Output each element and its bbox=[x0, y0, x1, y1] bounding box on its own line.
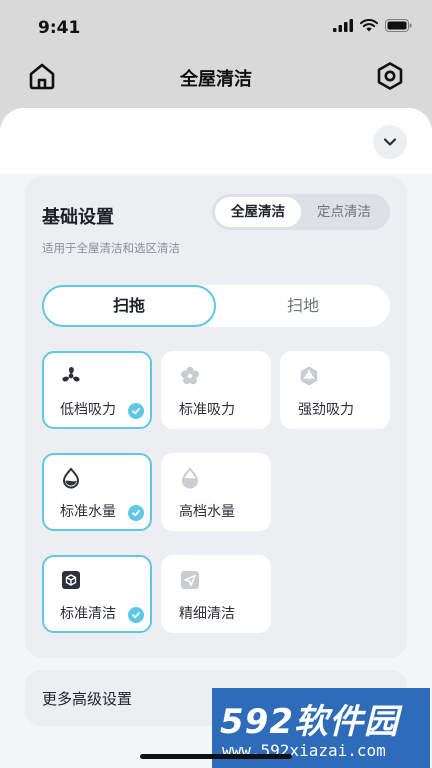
check-icon bbox=[128, 403, 144, 419]
status-time: 9:41 bbox=[38, 18, 81, 38]
page-title: 全屋清洁 bbox=[180, 69, 252, 90]
fan-icon bbox=[62, 367, 80, 382]
collapse-button[interactable] bbox=[373, 125, 407, 159]
water-high-label: 高档水量 bbox=[179, 504, 235, 520]
mode-toggle: 扫拖 扫地 bbox=[42, 285, 390, 327]
settings-button[interactable] bbox=[374, 60, 406, 92]
clean-standard-label: 标准清洁 bbox=[60, 606, 116, 622]
signal-icon bbox=[333, 19, 353, 32]
nav-bar: 全屋清洁 bbox=[0, 56, 432, 100]
send-arrow-icon bbox=[181, 571, 199, 589]
watermark-brand: 592软件园 bbox=[220, 702, 399, 742]
flower-fan-icon bbox=[181, 366, 199, 385]
section-subtitle: 适用于全屋清洁和选区清洁 bbox=[42, 241, 180, 255]
water-option-high[interactable]: 高档水量 bbox=[161, 453, 271, 531]
clean-option-fine[interactable]: 精细清洁 bbox=[161, 555, 271, 633]
clean-option-standard[interactable]: 标准清洁 bbox=[42, 555, 152, 633]
basic-settings-card: 基础设置 适用于全屋清洁和选区清洁 全屋清洁 定点清洁 扫拖 扫地 低档吸力 标… bbox=[25, 176, 407, 658]
cube-icon bbox=[62, 571, 80, 589]
check-icon bbox=[128, 505, 144, 521]
mode-option-sweep[interactable]: 扫地 bbox=[216, 285, 390, 327]
water-drop-full-icon bbox=[181, 467, 199, 489]
chevron-down-icon bbox=[383, 138, 397, 146]
battery-icon bbox=[385, 19, 412, 32]
suction-standard-label: 标准吸力 bbox=[179, 402, 235, 418]
status-bar: 9:41 bbox=[0, 0, 432, 56]
mode-option-sweep-mop[interactable]: 扫拖 bbox=[42, 285, 216, 327]
suction-strong-label: 强劲吸力 bbox=[298, 402, 354, 418]
settings-sheet: 基础设置 适用于全屋清洁和选区清洁 全屋清洁 定点清洁 扫拖 扫地 低档吸力 标… bbox=[0, 108, 432, 768]
more-settings-label: 更多高级设置 bbox=[42, 690, 133, 708]
home-indicator bbox=[140, 754, 292, 759]
water-option-standard[interactable]: 标准水量 bbox=[42, 453, 152, 531]
strong-fan-icon bbox=[300, 366, 318, 386]
hexagon-settings-icon bbox=[377, 62, 403, 90]
status-icons bbox=[333, 19, 412, 32]
suction-option-strong[interactable]: 强劲吸力 bbox=[280, 351, 390, 429]
check-icon bbox=[128, 607, 144, 623]
clean-fine-label: 精细清洁 bbox=[179, 606, 235, 622]
suction-option-low[interactable]: 低档吸力 bbox=[42, 351, 152, 429]
water-drop-icon bbox=[62, 467, 80, 489]
scope-option-whole-house[interactable]: 全屋清洁 bbox=[215, 197, 301, 227]
sheet-header bbox=[0, 108, 432, 174]
scope-toggle: 全屋清洁 定点清洁 bbox=[212, 194, 390, 230]
scope-option-spot[interactable]: 定点清洁 bbox=[301, 197, 387, 227]
suction-low-label: 低档吸力 bbox=[60, 402, 116, 418]
suction-option-standard[interactable]: 标准吸力 bbox=[161, 351, 271, 429]
section-title: 基础设置 bbox=[42, 207, 114, 228]
wifi-icon bbox=[360, 19, 378, 32]
water-standard-label: 标准水量 bbox=[60, 504, 116, 520]
